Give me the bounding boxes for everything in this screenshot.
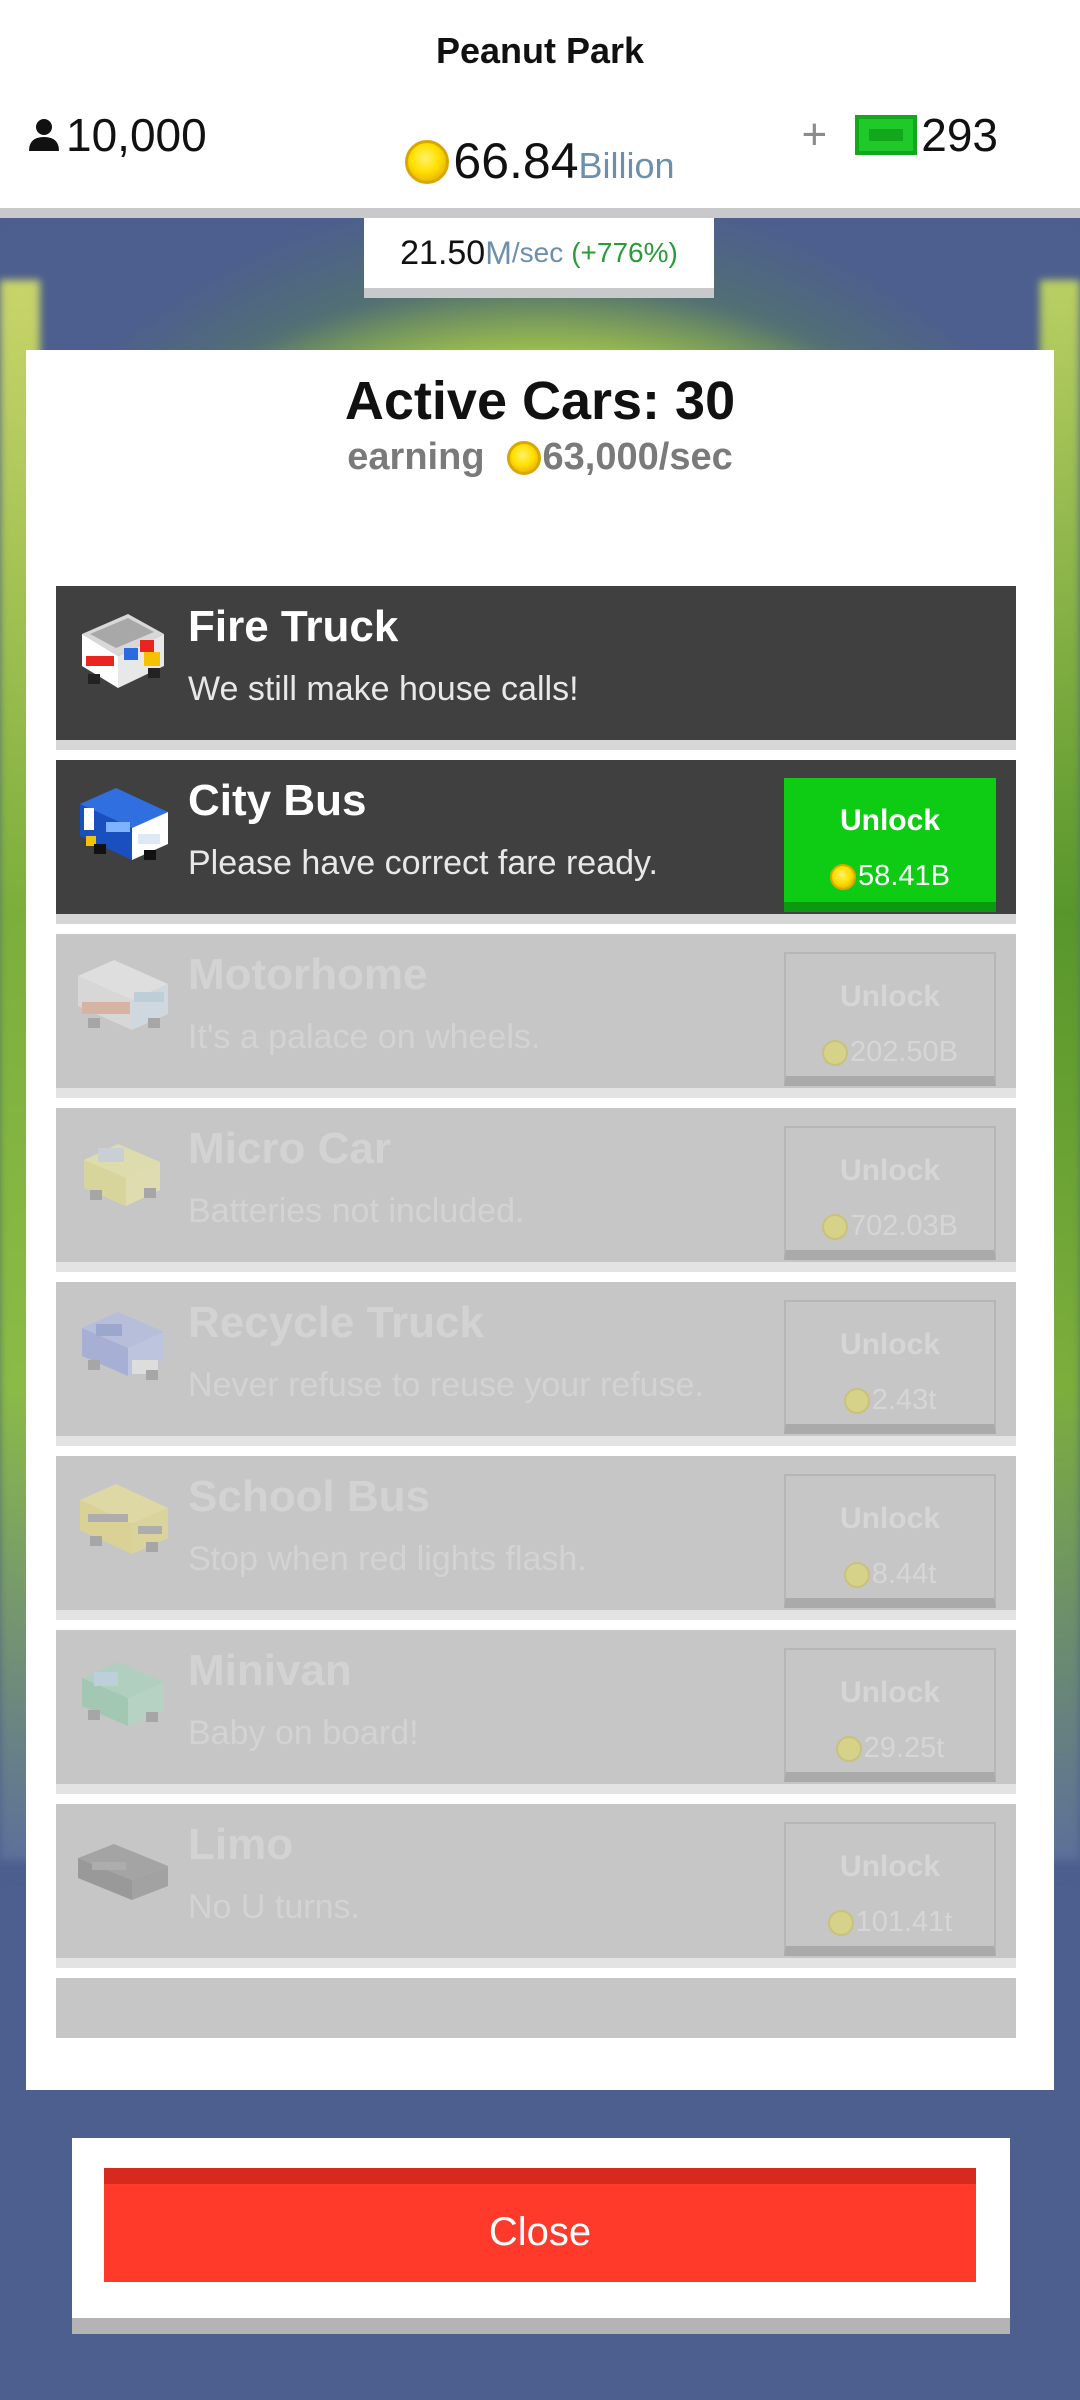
city-bus-icon [80, 788, 168, 860]
unlock-label: Unlock [839, 1850, 941, 1883]
park-name: Peanut Park [435, 30, 645, 71]
cars-panel: Active Cars: 30 earning 63,000/sec Fire … [26, 350, 1054, 2090]
unlock-button[interactable]: Unlock 8.44t [784, 1474, 996, 1608]
car-row-limo: Limo No U turns. Unlock 101.41t [56, 1804, 1016, 1968]
money-unit: Billion [578, 145, 675, 186]
unlock-price: 8.44t [786, 1558, 994, 1591]
car-row-motorhome: Motorhome It's a palace on wheels. Unloc… [56, 934, 1016, 1098]
car-name: Recycle Truck [188, 1298, 484, 1347]
unlock-price: 202.50B [786, 1036, 994, 1069]
car-name: Minivan [188, 1646, 352, 1695]
car-row-partial [56, 1978, 1016, 2038]
school-bus-icon [80, 1484, 168, 1554]
income-rate: 21.50 M /sec (+776%) [364, 218, 714, 298]
unlock-label: Unlock [839, 1328, 941, 1361]
coin-icon [843, 1387, 870, 1414]
cash-value: 293 [921, 109, 998, 161]
coin-icon [821, 1039, 848, 1066]
price-value: 29.25t [863, 1732, 945, 1764]
car-description: Batteries not included. [188, 1192, 525, 1230]
unlock-button[interactable]: Unlock 202.50B [784, 952, 996, 1086]
unlock-label: Unlock [839, 1676, 941, 1709]
car-name: Motorhome [188, 950, 428, 999]
car-row-city-bus: City Bus Please have correct fare ready.… [56, 760, 1016, 924]
money-value: 66.84 [453, 133, 579, 189]
car-row-micro-car: Micro Car Batteries not included. Unlock… [56, 1108, 1016, 1272]
car-row-school-bus: School Bus Stop when red lights flash. U… [56, 1456, 1016, 1620]
minivan-icon [82, 1662, 164, 1726]
car-description: Never refuse to reuse your refuse. [188, 1366, 704, 1404]
earning-value: 63,000/sec [542, 436, 733, 478]
car-name: School Bus [188, 1472, 431, 1521]
car-description: We still make house calls! [188, 670, 579, 708]
coin-icon [830, 863, 857, 890]
price-value: 202.50B [849, 1036, 959, 1068]
unlock-label: Unlock [839, 980, 941, 1013]
price-value: 101.41t [855, 1906, 953, 1938]
coin-icon [405, 140, 450, 184]
car-name: City Bus [188, 776, 367, 825]
coin-icon [821, 1213, 848, 1240]
plus-icon[interactable]: + [802, 110, 828, 160]
car-name: Micro Car [188, 1124, 391, 1173]
top-bar: Peanut Park 10,000 66.84 Billion + 293 [0, 0, 1080, 218]
coin-icon [843, 1561, 870, 1588]
close-area: Close [72, 2138, 1010, 2334]
car-row-recycle-truck: Recycle Truck Never refuse to reuse your… [56, 1282, 1016, 1446]
car-description: Baby on board! [188, 1714, 419, 1752]
micro-car-icon [84, 1144, 160, 1206]
price-value: 2.43t [871, 1384, 937, 1416]
car-name: Fire Truck [188, 602, 399, 651]
rate-unit: M [485, 234, 512, 271]
unlock-button[interactable]: Unlock 58.41B [784, 778, 996, 912]
unlock-button[interactable]: Unlock 702.03B [784, 1126, 996, 1260]
unlock-label: Unlock [839, 1154, 941, 1187]
rate-per: /sec [511, 237, 564, 268]
rate-boost: (+776%) [571, 237, 678, 268]
cash-display[interactable]: + 293 [802, 108, 998, 162]
price-value: 8.44t [871, 1558, 937, 1590]
car-list[interactable]: Fire Truck We still make house calls! Ci… [56, 586, 1016, 2038]
car-description: It's a palace on wheels. [188, 1018, 541, 1056]
coin-icon [835, 1735, 862, 1762]
coin-icon [827, 1909, 854, 1936]
unlock-button[interactable]: Unlock 2.43t [784, 1300, 996, 1434]
unlock-price: 101.41t [786, 1906, 994, 1939]
car-name: Limo [188, 1820, 294, 1869]
car-row-minivan: Minivan Baby on board! Unlock 29.25t [56, 1630, 1016, 1794]
close-button[interactable]: Close [104, 2168, 976, 2282]
panel-title: Active Cars: 30 [344, 371, 736, 431]
recycle-truck-icon [82, 1312, 164, 1380]
unlock-label: Unlock [839, 804, 941, 837]
unlock-button[interactable]: Unlock 29.25t [784, 1648, 996, 1782]
car-description: Stop when red lights flash. [188, 1540, 587, 1578]
motorhome-icon [78, 960, 168, 1030]
car-description: No U turns. [188, 1888, 360, 1926]
earning-summary: earning 63,000/sec [26, 436, 1054, 479]
unlock-label: Unlock [839, 1502, 941, 1535]
unlock-price: 702.03B [786, 1210, 994, 1243]
earning-label: earning [347, 436, 485, 478]
unlock-price: 29.25t [786, 1732, 994, 1765]
rate-value: 21.50 [400, 233, 486, 272]
car-row-fire-truck: Fire Truck We still make house calls! [56, 586, 1016, 750]
coin-icon [506, 440, 541, 475]
fire-truck-icon [82, 614, 164, 688]
price-value: 58.41B [858, 860, 950, 892]
unlock-price: 2.43t [786, 1384, 994, 1417]
price-value: 702.03B [849, 1210, 959, 1242]
unlock-button[interactable]: Unlock 101.41t [784, 1822, 996, 1956]
unlock-price: 58.41B [784, 860, 996, 893]
car-description: Please have correct fare ready. [188, 844, 658, 882]
limo-icon [78, 1844, 168, 1900]
bill-icon [855, 115, 918, 155]
